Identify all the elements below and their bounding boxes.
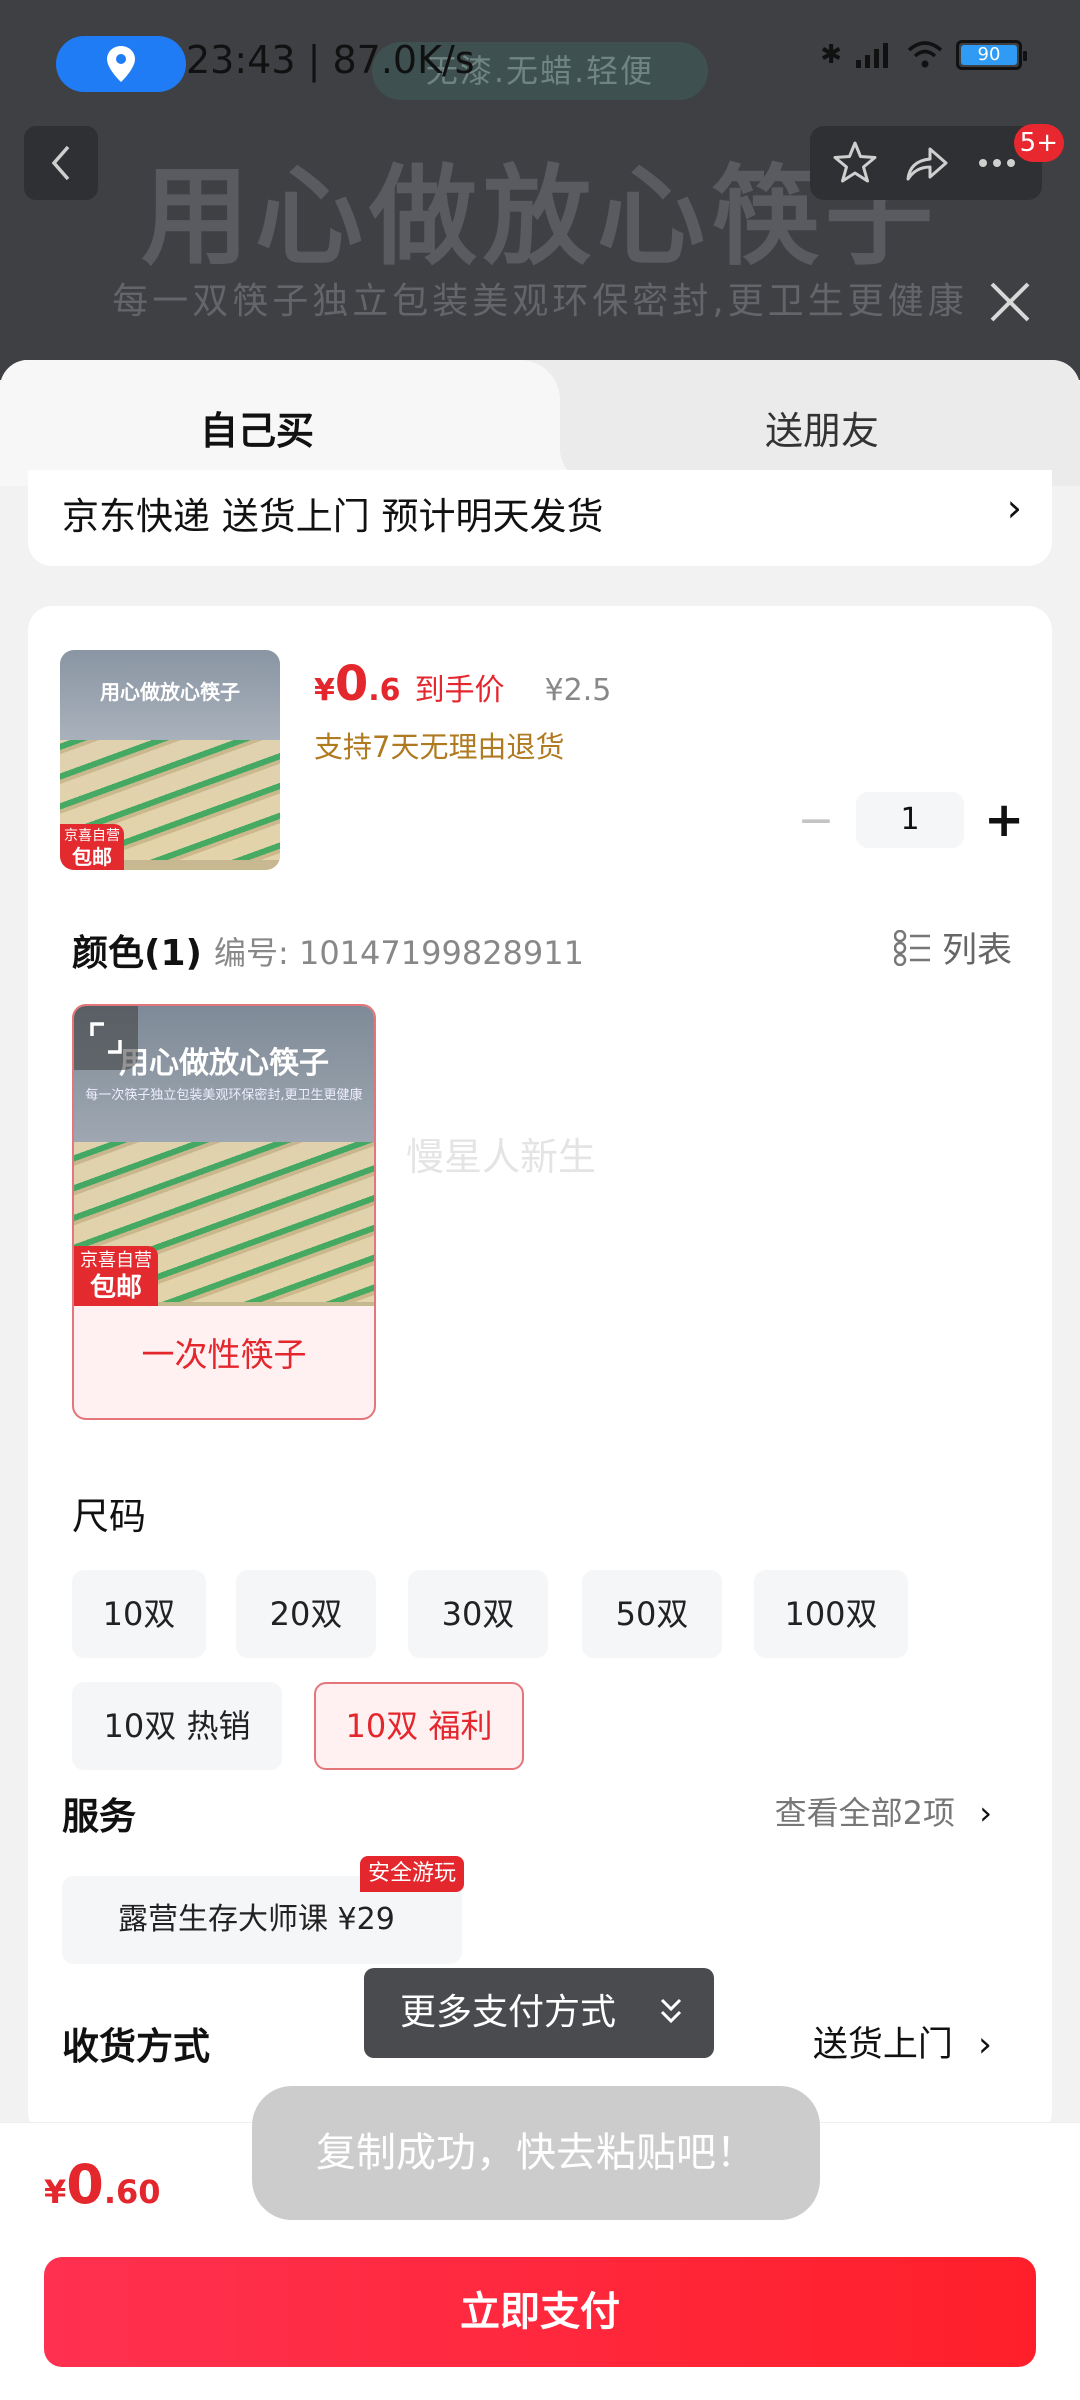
delivery-info[interactable]: 京东快递 送货上门 预计明天发货 ›: [28, 470, 1052, 566]
close-icon[interactable]: [984, 276, 1036, 328]
battery-level: 90: [961, 45, 1017, 65]
delivery-text: 京东快递 送货上门 预计明天发货: [62, 495, 604, 538]
watermark-text: 慢星人新生: [406, 1135, 597, 1179]
size-option[interactable]: 50双: [582, 1570, 722, 1658]
tab-label: 送朋友: [765, 409, 880, 453]
price-row: ¥ 0 .6 到手价 ¥2.5: [314, 656, 611, 712]
shipping-method[interactable]: 送货上门 ›: [813, 2016, 992, 2067]
decrease-button[interactable]: −: [796, 795, 836, 846]
expand-icon: [90, 1022, 122, 1054]
chevron-right-icon: ›: [979, 1794, 992, 1832]
increase-button[interactable]: +: [984, 792, 1024, 848]
star-icon[interactable]: [831, 139, 879, 187]
price-label: 到手价: [414, 673, 505, 708]
variant-name: 一次性筷子: [141, 1335, 307, 1374]
double-chevron-down-icon: [660, 1998, 682, 2024]
product-code: 编号: 10147199828911: [214, 934, 584, 972]
size-option[interactable]: 10双: [72, 1570, 206, 1658]
quantity-stepper: − 1 +: [796, 792, 1024, 848]
tag-top: 京喜自营: [80, 1250, 152, 1271]
variant-image-subtitle: 每一次筷子独立包装美观环保密封,更卫生更健康: [85, 1088, 363, 1103]
wifi-icon: [907, 41, 943, 68]
price-integer: 0: [334, 656, 369, 712]
shipping-section-title: 收货方式: [62, 2025, 210, 2068]
price-decimal: .6: [368, 673, 401, 708]
back-button[interactable]: [24, 126, 98, 200]
product-card: 用心做放心筷子 京喜自营 包邮 ¥ 0 .6 到手价 ¥2.5 支持7天无理由退…: [28, 606, 1052, 2136]
view-all-services[interactable]: 查看全部2项 ›: [775, 1788, 992, 1834]
tag-bottom: 包邮: [72, 845, 112, 869]
service-section-title: 服务: [62, 1795, 136, 1838]
self-operated-tag: 京喜自营 包邮: [60, 824, 124, 870]
share-icon[interactable]: [902, 139, 950, 187]
size-option[interactable]: 20双: [236, 1570, 376, 1658]
tab-buy-for-self[interactable]: 自己买: [0, 360, 600, 486]
location-pin-icon: [107, 46, 135, 82]
return-policy: 支持7天无理由退货: [314, 730, 565, 764]
size-option[interactable]: 10双 热销: [72, 1682, 282, 1770]
list-icon: [893, 929, 930, 966]
battery-icon: 90: [956, 40, 1027, 70]
pay-now-button[interactable]: 立即支付: [44, 2257, 1036, 2367]
bluetooth-icon: ✱: [820, 40, 842, 70]
location-pill[interactable]: [56, 36, 186, 92]
size-option[interactable]: 30双: [408, 1570, 548, 1658]
view-all-label: 查看全部2项: [774, 1794, 956, 1832]
tag-top: 京喜自营: [64, 828, 120, 844]
original-price: ¥2.5: [544, 673, 612, 708]
product-thumbnail[interactable]: 用心做放心筷子 京喜自营 包邮: [60, 650, 280, 870]
tab-label: 自己买: [200, 409, 315, 453]
toast-message: 复制成功，快去粘贴吧！: [252, 2086, 820, 2220]
background-subline: 每一双筷子独立包装美观环保密封,更卫生更健康: [112, 281, 968, 322]
expand-image-button[interactable]: [74, 1006, 138, 1070]
status-bar: 23:43 | 87.0K/s ✱ 90: [0, 28, 1080, 98]
service-tag: 安全游玩: [360, 1856, 465, 1892]
list-view-toggle[interactable]: 列表: [893, 922, 1012, 973]
self-operated-tag: 京喜自营 包邮: [74, 1246, 158, 1306]
size-section-title: 尺码: [72, 1495, 146, 1538]
status-time-speed: 23:43 | 87.0K/s: [186, 38, 475, 82]
variant-image: 用心做放心筷子 每一次筷子独立包装美观环保密封,更卫生更健康 京喜自营 包邮: [74, 1006, 374, 1306]
top-actions: [810, 126, 1042, 200]
purchase-tabs: 自己买 送朋友: [0, 360, 1080, 486]
total-decimal: .60: [103, 2173, 161, 2211]
total-symbol: ¥: [44, 2173, 67, 2211]
chevron-right-icon: ›: [978, 2025, 992, 2065]
tab-gift-to-friend[interactable]: 送朋友: [560, 360, 1080, 486]
size-option-selected[interactable]: 10双 福利: [314, 1682, 524, 1770]
list-label: 列表: [941, 931, 1012, 971]
total-integer: 0: [66, 2153, 104, 2216]
color-section-title: 颜色(1): [72, 933, 202, 974]
signal-icon: [856, 43, 888, 68]
tag-bottom: 包邮: [89, 1273, 142, 1303]
more-payment-label: 更多支付方式: [400, 1992, 617, 2033]
size-option[interactable]: 100双: [754, 1570, 908, 1658]
thumbnail-title: 用心做放心筷子: [100, 680, 240, 704]
shipping-value: 送货上门: [812, 2025, 953, 2065]
status-icons: ✱ 90: [820, 40, 1027, 70]
more-payment-methods-button[interactable]: 更多支付方式: [364, 1968, 714, 2058]
total-price: ¥ 0 .60: [44, 2153, 161, 2216]
message-badge: 5+: [1013, 124, 1064, 162]
color-variant-option[interactable]: 用心做放心筷子 每一次筷子独立包装美观环保密封,更卫生更健康 京喜自营 包邮 一…: [72, 1004, 376, 1420]
chevron-left-icon: [51, 145, 70, 181]
price-symbol: ¥: [314, 673, 335, 708]
chevron-right-icon: ›: [1006, 486, 1022, 530]
quantity-value[interactable]: 1: [856, 792, 964, 848]
